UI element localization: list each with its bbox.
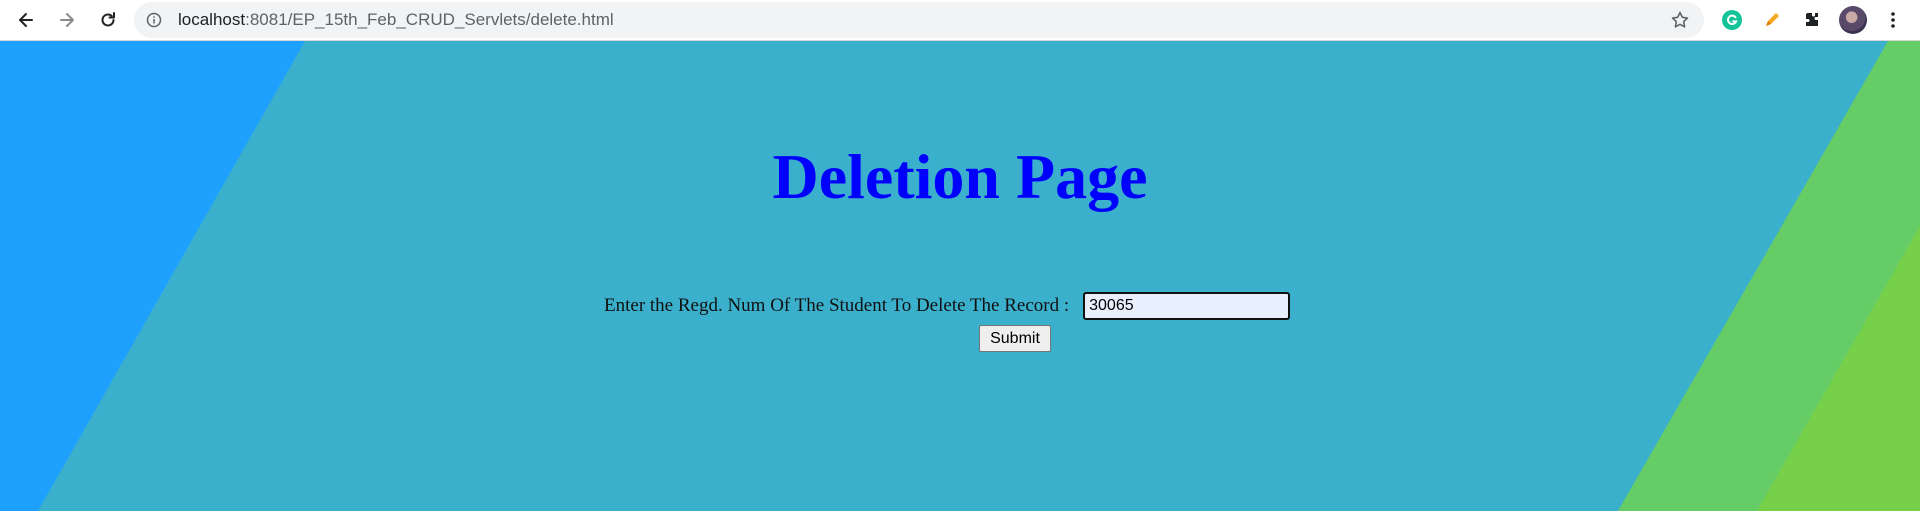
- grammarly-extension-button[interactable]: [1720, 8, 1744, 32]
- back-button[interactable]: [12, 6, 40, 34]
- submit-button[interactable]: Submit: [979, 325, 1051, 352]
- grammarly-extension-icon: [1722, 10, 1742, 30]
- delete-form: Enter the Regd. Num Of The Student To De…: [604, 291, 1291, 321]
- url-path: :8081/EP_15th_Feb_CRUD_Servlets/delete.h…: [245, 10, 614, 29]
- page-title: Deletion Page: [772, 141, 1148, 212]
- page-content: Deletion Page Enter the Regd. Num Of The…: [0, 41, 1920, 511]
- browser-toolbar: localhost:8081/EP_15th_Feb_CRUD_Servlets…: [0, 0, 1920, 41]
- site-info-icon[interactable]: [146, 12, 162, 28]
- forward-button[interactable]: [53, 6, 81, 34]
- pencil-extension-icon: [1766, 13, 1779, 26]
- reload-icon: [101, 12, 115, 27]
- more-menu-icon: [1891, 12, 1895, 28]
- regd-num-label: Enter the Regd. Num Of The Student To De…: [604, 295, 1070, 316]
- url-host: localhost: [178, 10, 246, 29]
- pencil-extension-button[interactable]: [1760, 8, 1784, 32]
- more-menu-button[interactable]: [1881, 8, 1905, 32]
- forward-arrow-icon: [60, 13, 74, 27]
- extensions-button[interactable]: [1800, 8, 1824, 32]
- background-shapes: [0, 41, 1920, 511]
- extensions-puzzle-icon: [1806, 13, 1818, 26]
- bookmark-star-icon[interactable]: [1670, 10, 1690, 30]
- back-arrow-icon: [19, 13, 33, 27]
- profile-avatar[interactable]: [1839, 6, 1867, 34]
- reload-button[interactable]: [94, 6, 122, 34]
- address-bar[interactable]: localhost:8081/EP_15th_Feb_CRUD_Servlets…: [134, 2, 1704, 38]
- url-text[interactable]: localhost:8081/EP_15th_Feb_CRUD_Servlets…: [178, 10, 614, 30]
- regd-num-input[interactable]: [1083, 292, 1291, 320]
